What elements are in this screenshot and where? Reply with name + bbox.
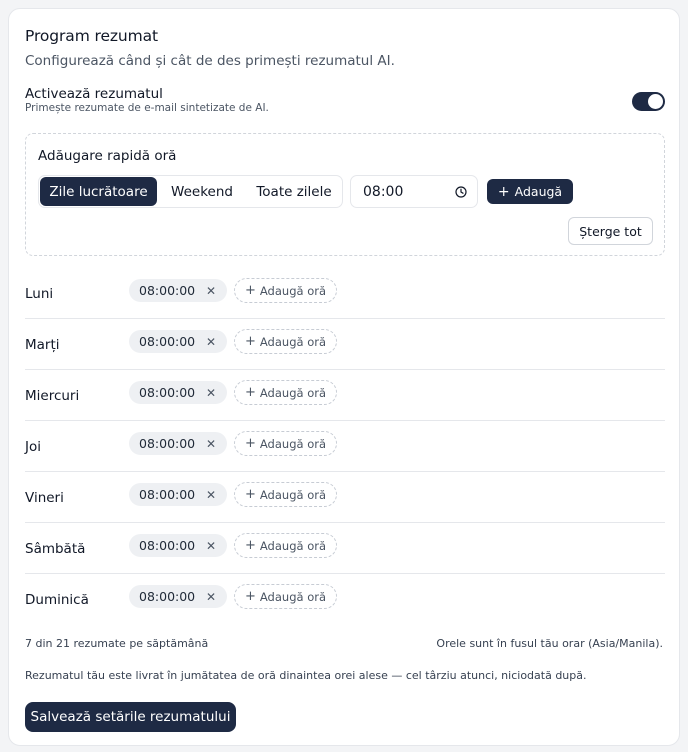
remove-time-icon[interactable]: ✕ [206,539,216,553]
toggle-knob [648,94,663,109]
add-time-button[interactable]: + Adaugă oră [234,482,337,507]
add-time-button[interactable]: + Adaugă oră [234,380,337,405]
save-settings-button[interactable]: Salvează setările rezumatului [25,702,236,732]
quick-add-title: Adăugare rapidă oră [38,148,177,164]
time-chip: 08:00:00 ✕ [129,279,227,302]
digest-schedule-card: Program rezumat Configurează când și cât… [8,8,680,746]
remove-time-icon[interactable]: ✕ [206,590,216,604]
time-chip: 08:00:00 ✕ [129,330,227,353]
toggle-description: Primește rezumate de e-mail sintetizate … [25,102,269,114]
day-row: Luni 08:00:00 ✕ + Adaugă oră [25,268,665,319]
day-row: Vineri 08:00:00 ✕ + Adaugă oră [25,472,665,523]
delivery-note: Rezumatul tău este livrat în jumătatea d… [25,669,587,682]
plus-icon: + [244,283,256,298]
remove-time-icon[interactable]: ✕ [206,488,216,502]
day-name: Duminică [25,592,89,608]
add-time-label: Adaugă oră [259,436,327,451]
time-chip-value: 08:00:00 [139,283,196,298]
preset-weekend[interactable]: Weekend [158,176,246,207]
time-chip-value: 08:00:00 [139,334,196,349]
add-time-button[interactable]: + Adaugă oră [234,329,337,354]
timezone-note: Orele sunt în fusul tău orar (Asia/Manil… [436,637,663,650]
enable-digest-toggle[interactable] [632,92,665,111]
time-chip: 08:00:00 ✕ [129,381,227,404]
time-input-value: 08:00 [363,183,404,200]
add-time-label: Adaugă oră [259,334,327,349]
plus-icon: + [497,183,510,200]
plus-icon: + [244,385,256,400]
day-row: Joi 08:00:00 ✕ + Adaugă oră [25,421,665,472]
add-time-label: Adaugă oră [259,538,327,553]
plus-icon: + [244,436,256,451]
day-name: Luni [25,286,54,302]
quick-add-button-label: Adaugă [514,184,563,199]
day-name: Miercuri [25,388,80,404]
time-chip-value: 08:00:00 [139,487,196,502]
add-time-button[interactable]: + Adaugă oră [234,584,337,609]
quick-add-panel: Adăugare rapidă oră Zile lucrătoare Week… [25,133,665,256]
add-time-label: Adaugă oră [259,487,327,502]
time-chip: 08:00:00 ✕ [129,585,227,608]
remove-time-icon[interactable]: ✕ [206,386,216,400]
day-row: Duminică 08:00:00 ✕ + Adaugă oră [25,574,665,625]
day-row: Sâmbătă 08:00:00 ✕ + Adaugă oră [25,523,665,574]
time-chip: 08:00:00 ✕ [129,483,227,506]
remove-time-icon[interactable]: ✕ [206,437,216,451]
time-chip-value: 08:00:00 [139,385,196,400]
add-time-button[interactable]: + Adaugă oră [234,431,337,456]
time-input[interactable]: 08:00 [350,175,478,208]
add-time-label: Adaugă oră [259,589,327,604]
page-subtitle: Configurează când și cât de des primești… [25,53,395,69]
plus-icon: + [244,589,256,604]
remove-time-icon[interactable]: ✕ [206,284,216,298]
time-chip-value: 08:00:00 [139,436,196,451]
time-chip: 08:00:00 ✕ [129,534,227,557]
day-row: Miercuri 08:00:00 ✕ + Adaugă oră [25,370,665,421]
add-time-button[interactable]: + Adaugă oră [234,533,337,558]
day-name: Sâmbătă [25,541,86,557]
toggle-label: Activează rezumatul [25,86,163,102]
plus-icon: + [244,334,256,349]
time-chip-value: 08:00:00 [139,589,196,604]
add-time-label: Adaugă oră [259,385,327,400]
day-name: Marți [25,337,60,353]
preset-weekdays[interactable]: Zile lucrătoare [40,177,157,206]
quick-add-button[interactable]: + Adaugă [487,179,573,204]
clock-icon[interactable] [455,186,467,198]
digest-count: 7 din 21 rezumate pe săptămână [25,637,209,650]
day-name: Joi [25,439,41,455]
plus-icon: + [244,487,256,502]
day-row: Marți 08:00:00 ✕ + Adaugă oră [25,319,665,370]
add-time-label: Adaugă oră [259,283,327,298]
time-chip: 08:00:00 ✕ [129,432,227,455]
day-name: Vineri [25,490,64,506]
add-time-button[interactable]: + Adaugă oră [234,278,337,303]
remove-time-icon[interactable]: ✕ [206,335,216,349]
time-chip-value: 08:00:00 [139,538,196,553]
day-preset-selector: Zile lucrătoare Weekend Toate zilele [38,175,343,208]
page-title: Program rezumat [25,27,159,45]
clear-all-button[interactable]: Șterge tot [568,217,653,245]
plus-icon: + [244,538,256,553]
preset-all-days[interactable]: Toate zilele [246,176,342,207]
